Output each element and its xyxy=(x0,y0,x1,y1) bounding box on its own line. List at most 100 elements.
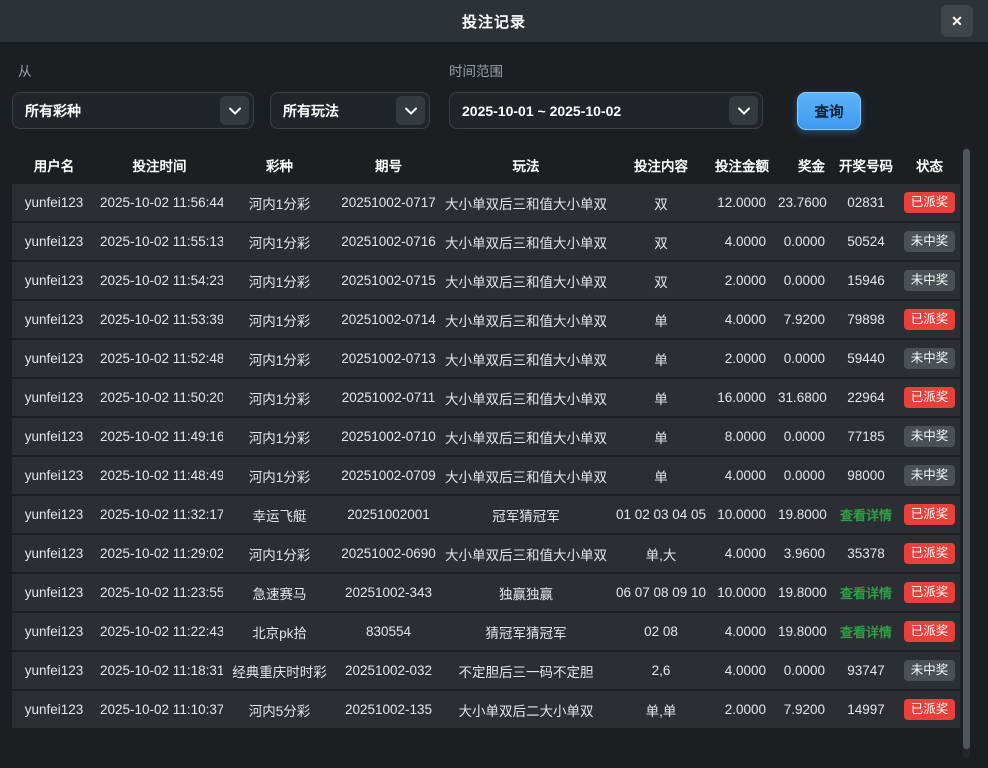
content-cell: 双 xyxy=(611,184,711,223)
time-cell: 2025-10-02 11:49:16 xyxy=(96,418,223,457)
column-header-lottery: 彩种 xyxy=(223,147,336,184)
numbers-cell: 15946 xyxy=(833,262,899,301)
issue-cell: 20251002-0715 xyxy=(336,262,441,301)
user-cell: yunfei123 xyxy=(12,301,96,340)
play-type-select[interactable]: 所有玩法 xyxy=(270,92,430,129)
user-cell: yunfei123 xyxy=(12,379,96,418)
time-cell: 2025-10-02 11:48:49 xyxy=(96,457,223,496)
chevron-down-icon[interactable] xyxy=(220,96,249,125)
lottery-type-value: 所有彩种 xyxy=(25,101,81,121)
table-row: yunfei1232025-10-02 11:50:20河内1分彩2025100… xyxy=(12,379,960,418)
play-cell: 大小单双后三和值大小单双 xyxy=(441,535,611,574)
draw-numbers-cell: 查看详情 xyxy=(833,496,899,535)
content-cell: 双 xyxy=(611,223,711,262)
user-cell: yunfei123 xyxy=(12,613,96,652)
play-type-value: 所有玩法 xyxy=(283,101,339,121)
prize-cell: 0.0000 xyxy=(774,418,833,457)
play-cell: 大小单双后三和值大小单双 xyxy=(441,184,611,223)
view-details-link[interactable]: 查看详情 xyxy=(840,625,892,640)
prize-cell: 19.8000 xyxy=(774,574,833,613)
issue-cell: 20251002-0690 xyxy=(336,535,441,574)
numbers-cell: 59440 xyxy=(833,340,899,379)
time-cell: 2025-10-02 11:52:48 xyxy=(96,340,223,379)
status-cell: 未中奖 xyxy=(899,652,960,691)
time-cell: 2025-10-02 11:55:13 xyxy=(96,223,223,262)
status-badge: 已派奖 xyxy=(904,387,956,408)
content-cell: 单 xyxy=(611,340,711,379)
content-cell: 单,大 xyxy=(611,535,711,574)
status-badge: 未中奖 xyxy=(904,348,956,369)
amount-cell: 4.0000 xyxy=(711,457,774,496)
lottery-cell: 河内1分彩 xyxy=(223,262,336,301)
user-cell: yunfei123 xyxy=(12,340,96,379)
prize-cell: 0.0000 xyxy=(774,223,833,262)
view-details-link[interactable]: 查看详情 xyxy=(840,508,892,523)
prize-cell: 23.7600 xyxy=(774,184,833,223)
column-header-content: 投注内容 xyxy=(611,147,711,184)
lottery-cell: 河内1分彩 xyxy=(223,184,336,223)
numbers-cell: 02831 xyxy=(833,184,899,223)
chevron-down-icon[interactable] xyxy=(729,96,758,125)
lottery-type-select[interactable]: 所有彩种 xyxy=(12,92,254,129)
time-cell: 2025-10-02 11:22:43 xyxy=(96,613,223,652)
issue-cell: 20251002-0713 xyxy=(336,340,441,379)
status-cell: 已派奖 xyxy=(899,613,960,652)
column-header-issue: 期号 xyxy=(336,147,441,184)
play-cell: 大小单双后三和值大小单双 xyxy=(441,379,611,418)
amount-cell: 16.0000 xyxy=(711,379,774,418)
amount-cell: 12.0000 xyxy=(711,184,774,223)
status-badge: 已派奖 xyxy=(904,309,956,330)
prize-cell: 3.9600 xyxy=(774,535,833,574)
status-cell: 已派奖 xyxy=(899,496,960,535)
prize-cell: 7.9200 xyxy=(774,301,833,340)
prize-cell: 31.6800 xyxy=(774,379,833,418)
bet-records-table: 用户名投注时间彩种期号玩法投注内容投注金额奖金开奖号码状态 yunfei1232… xyxy=(12,147,960,730)
view-details-link[interactable]: 查看详情 xyxy=(840,586,892,601)
play-cell: 猜冠军猜冠军 xyxy=(441,613,611,652)
amount-cell: 4.0000 xyxy=(711,223,774,262)
status-badge: 未中奖 xyxy=(904,660,956,681)
content-cell: 单 xyxy=(611,379,711,418)
close-button[interactable]: ✕ xyxy=(941,5,973,37)
status-cell: 已派奖 xyxy=(899,535,960,574)
prize-cell: 0.0000 xyxy=(774,340,833,379)
content-cell: 单,单 xyxy=(611,691,711,730)
play-cell: 大小单双后三和值大小单双 xyxy=(441,418,611,457)
column-header-time: 投注时间 xyxy=(96,147,223,184)
table-row: yunfei1232025-10-02 11:56:44河内1分彩2025100… xyxy=(12,184,960,223)
amount-cell: 4.0000 xyxy=(711,301,774,340)
issue-cell: 20251002-0714 xyxy=(336,301,441,340)
date-range-select[interactable]: 2025-10-01 ~ 2025-10-02 xyxy=(449,92,763,129)
numbers-cell: 77185 xyxy=(833,418,899,457)
search-button[interactable]: 查询 xyxy=(797,92,861,130)
scrollbar-thumb[interactable] xyxy=(963,149,970,749)
issue-cell: 20251002-343 xyxy=(336,574,441,613)
play-cell: 独赢独赢 xyxy=(441,574,611,613)
user-cell: yunfei123 xyxy=(12,223,96,262)
table-row: yunfei1232025-10-02 11:49:16河内1分彩2025100… xyxy=(12,418,960,457)
content-cell: 双 xyxy=(611,262,711,301)
lottery-cell: 经典重庆时时彩 xyxy=(223,652,336,691)
play-cell: 大小单双后三和值大小单双 xyxy=(441,457,611,496)
amount-cell: 2.0000 xyxy=(711,340,774,379)
date-range-value: 2025-10-01 ~ 2025-10-02 xyxy=(462,103,621,119)
column-header-numbers: 开奖号码 xyxy=(833,147,899,184)
status-cell: 未中奖 xyxy=(899,457,960,496)
status-badge: 已派奖 xyxy=(904,621,956,642)
numbers-cell: 22964 xyxy=(833,379,899,418)
time-cell: 2025-10-02 11:32:17 xyxy=(96,496,223,535)
status-badge: 已派奖 xyxy=(904,543,956,564)
chevron-down-icon[interactable] xyxy=(396,96,425,125)
status-badge: 未中奖 xyxy=(904,231,956,252)
numbers-cell: 93747 xyxy=(833,652,899,691)
status-cell: 未中奖 xyxy=(899,418,960,457)
status-cell: 未中奖 xyxy=(899,262,960,301)
time-cell: 2025-10-02 11:50:20 xyxy=(96,379,223,418)
table-row: yunfei1232025-10-02 11:29:02河内1分彩2025100… xyxy=(12,535,960,574)
table-row: yunfei1232025-10-02 11:32:17幸运飞艇20251002… xyxy=(12,496,960,535)
column-header-user: 用户名 xyxy=(12,147,96,184)
time-cell: 2025-10-02 11:53:39 xyxy=(96,301,223,340)
status-badge: 已派奖 xyxy=(904,582,956,603)
amount-cell: 8.0000 xyxy=(711,418,774,457)
user-cell: yunfei123 xyxy=(12,457,96,496)
